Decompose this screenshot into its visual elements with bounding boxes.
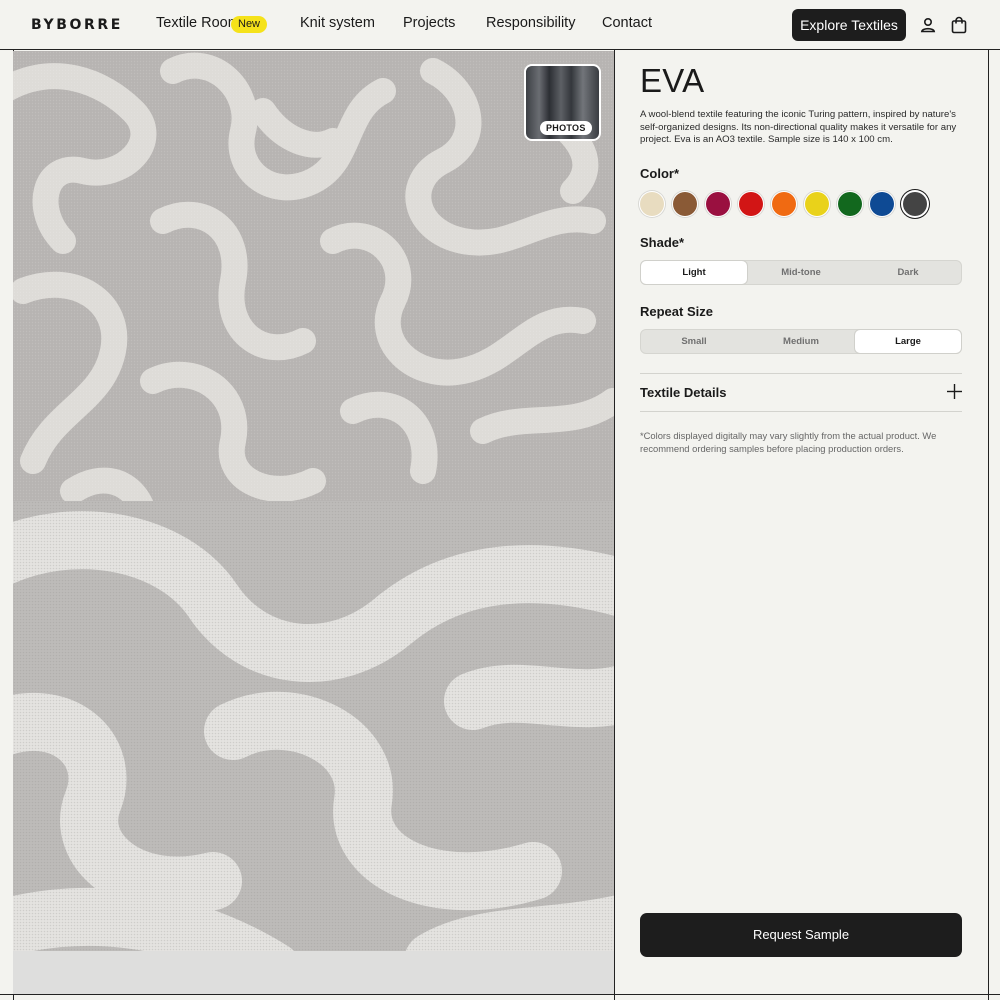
- textile-details-accordion[interactable]: Textile Details: [640, 374, 962, 410]
- repeat-option-large[interactable]: Large: [855, 330, 961, 353]
- frame-line-right: [988, 0, 989, 1000]
- color-swatch-yellow[interactable]: [805, 192, 829, 216]
- nav-contact[interactable]: Contact: [602, 15, 652, 31]
- brand-logo[interactable]: BYBORRE: [31, 17, 123, 33]
- frame-line-middle: [614, 0, 615, 1000]
- nav-responsibility[interactable]: Responsibility: [486, 15, 575, 31]
- request-sample-button[interactable]: Request Sample: [640, 913, 962, 957]
- color-swatch-green[interactable]: [838, 192, 862, 216]
- color-swatch-dark-grey[interactable]: [903, 192, 927, 216]
- shade-option-dark[interactable]: Dark: [855, 261, 961, 284]
- explore-textiles-button[interactable]: Explore Textiles: [792, 9, 906, 41]
- repeat-option-medium[interactable]: Medium: [748, 330, 854, 353]
- plus-icon: [947, 384, 962, 399]
- frame-line-bottom: [0, 994, 1000, 995]
- user-icon[interactable]: [919, 16, 937, 34]
- color-swatch-cream[interactable]: [640, 192, 664, 216]
- shopping-bag-icon[interactable]: [950, 16, 968, 34]
- color-swatch-magenta[interactable]: [706, 192, 730, 216]
- color-swatch-brown[interactable]: [673, 192, 697, 216]
- gallery-bottom-strip: [13, 951, 614, 994]
- new-badge: New: [231, 16, 268, 33]
- color-label: Color*: [640, 166, 679, 181]
- color-disclaimer: *Colors displayed digitally may vary sli…: [640, 430, 937, 454]
- product-description: A wool-blend textile featuring the iconi…: [640, 109, 957, 145]
- divider-bottom: [640, 411, 962, 412]
- shade-label: Shade*: [640, 235, 685, 250]
- photos-label: PHOTOS: [540, 121, 592, 135]
- nav-knit-system[interactable]: Knit system: [300, 15, 375, 31]
- color-swatch-orange[interactable]: [772, 192, 796, 216]
- color-swatch-blue[interactable]: [870, 192, 894, 216]
- nav-textile-room[interactable]: Textile Room: [156, 15, 240, 31]
- repeat-option-small[interactable]: Small: [641, 330, 747, 353]
- color-swatch-red[interactable]: [739, 192, 763, 216]
- repeat-size-selector: Small Medium Large: [640, 329, 962, 354]
- product-title: EVA: [640, 62, 705, 99]
- shade-option-mid-tone[interactable]: Mid-tone: [748, 261, 854, 284]
- nav-projects[interactable]: Projects: [403, 15, 455, 31]
- textile-details-label: Textile Details: [640, 385, 727, 400]
- site-header: BYBORRE Textile Room New Knit system Pro…: [0, 0, 1000, 50]
- photos-thumbnail-button[interactable]: PHOTOS: [524, 64, 601, 141]
- shade-selector: Light Mid-tone Dark: [640, 260, 962, 285]
- repeat-size-label: Repeat Size: [640, 304, 713, 319]
- textile-image-drape[interactable]: [13, 501, 614, 994]
- shade-option-light[interactable]: Light: [641, 261, 747, 284]
- product-gallery: PHOTOS: [13, 51, 614, 994]
